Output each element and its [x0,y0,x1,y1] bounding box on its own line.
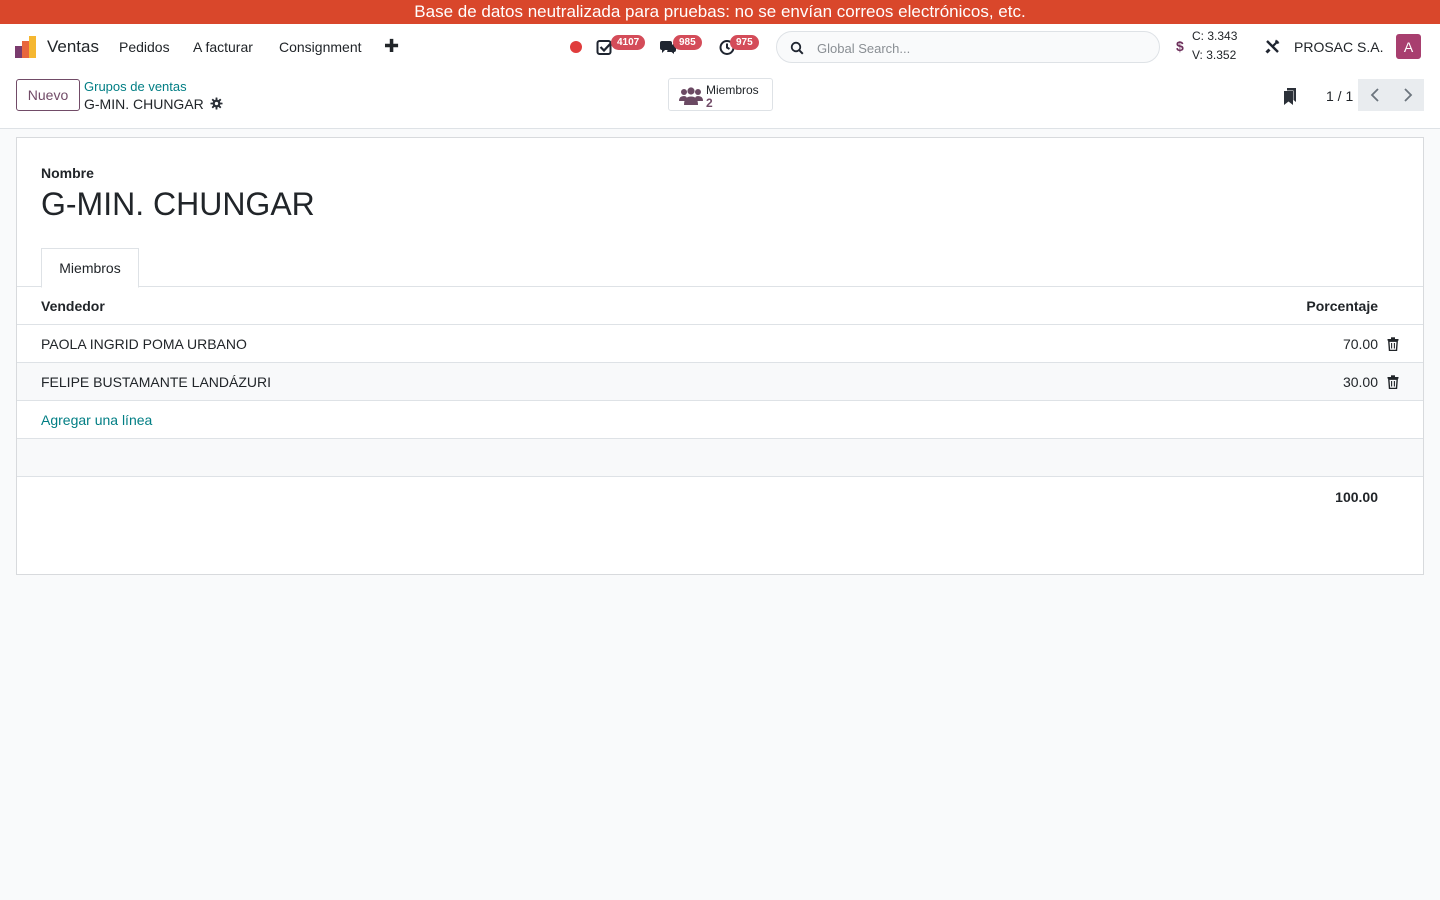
tab-miembros[interactable]: Miembros [41,248,139,288]
timers-badge: 975 [730,35,759,50]
breadcrumb-parent-link[interactable]: Grupos de ventas [84,79,187,94]
test-database-banner: Base de datos neutralizada para pruebas:… [0,0,1440,24]
column-header-porcentaje[interactable]: Porcentaje [1306,298,1378,314]
pager-previous-button[interactable] [1358,79,1391,111]
column-header-vendedor[interactable]: Vendedor [41,298,105,314]
search-icon [790,41,804,55]
currency-dollar-icon[interactable]: $ [1176,38,1184,54]
form-sheet: Nombre G-MIN. CHUNGAR Miembros Vendedor … [16,137,1424,575]
top-navbar: Ventas Pedidos A facturar Consignment ✚ … [0,24,1440,70]
activities-badge: 4107 [611,35,646,50]
row-seller: PAOLA INGRID POMA URBANO [41,336,247,352]
user-avatar[interactable]: A [1396,34,1421,59]
add-line-row: Agregar una línea [17,401,1423,439]
plus-icon[interactable]: ✚ [384,36,399,57]
users-icon [679,87,703,105]
trash-icon[interactable] [1387,375,1399,389]
percentage-total: 100.00 [1335,489,1378,505]
control-panel: Nuevo Grupos de ventas G-MIN. CHUNGAR Mi… [0,70,1440,129]
name-field[interactable]: G-MIN. CHUNGAR [41,186,315,223]
banner-text: Base de datos neutralizada para pruebas:… [414,2,1026,21]
gear-icon[interactable] [210,97,223,110]
name-field-label: Nombre [41,165,94,181]
empty-row [17,439,1423,477]
chevron-right-icon [1403,88,1412,102]
table-row[interactable]: PAOLA INGRID POMA URBANO 70.00 [17,325,1423,363]
table-row[interactable]: FELIPE BUSTAMANTE LANDÁZURI 30.00 [17,363,1423,401]
chevron-left-icon [1370,88,1379,102]
menu-item-a-facturar[interactable]: A facturar [193,39,253,55]
debug-tools-icon[interactable] [1264,38,1281,55]
row-percentage: 70.00 [1342,336,1378,352]
exchange-rate-buy: C: 3.343 [1192,29,1238,43]
row-seller: FELIPE BUSTAMANTE LANDÁZURI [41,374,272,390]
search-input[interactable] [817,38,1147,58]
exchange-rate-sell: V: 3.352 [1192,48,1237,62]
record-indicator-icon[interactable] [570,41,582,53]
company-switcher[interactable]: PROSAC S.A. [1294,39,1383,55]
global-search[interactable] [776,31,1160,63]
menu-item-pedidos[interactable]: Pedidos [119,39,170,55]
breadcrumb-current: G-MIN. CHUNGAR [84,96,204,112]
app-name[interactable]: Ventas [47,37,99,57]
members-count: 2 [706,96,713,110]
new-button[interactable]: Nuevo [16,79,80,111]
table-header: Vendedor Porcentaje [17,287,1423,325]
members-smart-button[interactable]: Miembros 2 [668,78,773,111]
pager-value[interactable]: 1 / 1 [1326,88,1353,104]
add-line-link[interactable]: Agregar una línea [41,412,152,428]
bookmark-icon[interactable] [1282,87,1298,105]
sales-app-icon[interactable] [15,36,37,58]
pager-next-button[interactable] [1391,79,1424,111]
members-label: Miembros [706,83,759,97]
menu-item-consignment[interactable]: Consignment [279,39,362,55]
trash-icon[interactable] [1387,337,1399,351]
messages-badge: 985 [673,35,702,50]
row-percentage: 30.00 [1342,374,1378,390]
